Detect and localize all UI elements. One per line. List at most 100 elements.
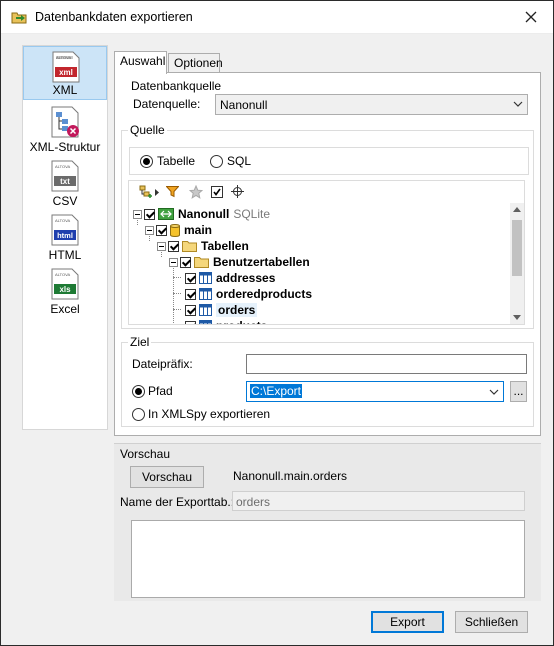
radio-path[interactable] [132, 385, 145, 398]
radio-sql-label: SQL [227, 154, 252, 168]
tree-checkbox[interactable] [185, 272, 196, 284]
folder-icon [194, 257, 209, 268]
tree-table-row-selected[interactable]: orders [185, 302, 258, 318]
export-dialog: Datenbankdaten exportieren ALTOVA xml XM… [0, 0, 554, 646]
export-table-field: orders [232, 491, 525, 511]
favorite-star-icon[interactable] [189, 185, 203, 199]
datasource-select[interactable]: Nanonull [215, 94, 528, 115]
db-source-title: Datenbankquelle [131, 79, 222, 93]
path-combo[interactable]: C:\Export [246, 381, 504, 402]
tree-checkbox[interactable] [185, 304, 196, 316]
radio-xmlspy[interactable] [132, 408, 145, 421]
path-value: C:\Export [250, 384, 303, 398]
tree-line [173, 263, 174, 324]
tree-checkbox[interactable] [168, 240, 179, 252]
title-bar: Datenbankdaten exportieren [1, 1, 553, 34]
tree-node-tables[interactable]: Tabellen [157, 238, 249, 254]
svg-text:ALTOVA: ALTOVA [56, 55, 71, 60]
html-file-icon: ALTOVA html [51, 214, 79, 246]
tab-optionen[interactable]: Optionen [168, 53, 223, 73]
table-icon [199, 304, 212, 316]
chevron-down-icon [513, 101, 523, 107]
scroll-down-icon[interactable] [513, 315, 521, 320]
datasource-label: Datenquelle: [133, 97, 201, 111]
tree-table-row[interactable]: addresses [185, 270, 275, 286]
tree-root-label: Nanonull [178, 207, 230, 221]
scroll-up-icon[interactable] [513, 207, 521, 212]
radio-table[interactable] [140, 155, 153, 168]
tree-table-row[interactable]: orderedproducts [185, 286, 312, 302]
table-icon [199, 320, 212, 324]
format-xml[interactable]: ALTOVA xml XML [23, 46, 107, 100]
locate-crosshair-icon[interactable] [231, 185, 244, 198]
format-label: CSV [52, 194, 78, 208]
svg-text:ALTOVA: ALTOVA [55, 218, 70, 223]
format-label: XML-Struktur [29, 140, 101, 154]
close-button[interactable]: Schließen [455, 611, 528, 633]
target-title: Ziel [128, 335, 152, 349]
app-folder-icon [11, 12, 27, 24]
svg-text:xls: xls [59, 285, 71, 294]
close-window-button[interactable] [513, 3, 549, 31]
svg-text:ALTOVA: ALTOVA [55, 164, 70, 169]
format-label: XML [52, 83, 78, 97]
xml-schema-icon [51, 106, 79, 138]
format-label: Excel [50, 302, 80, 316]
table-icon [199, 288, 212, 300]
preview-output-area[interactable] [131, 520, 525, 598]
tree-node-user-tables[interactable]: Benutzertabellen [169, 254, 310, 270]
svg-text:ALTOVA: ALTOVA [55, 272, 70, 277]
close-icon [525, 11, 537, 23]
tree-checkbox[interactable] [156, 224, 167, 236]
format-csv[interactable]: ALTOVA txt CSV [23, 156, 107, 210]
radio-table-label: Tabelle [157, 154, 196, 168]
collapse-toggle[interactable] [133, 209, 142, 219]
preview-section: Vorschau Vorschau Nanonull.main.orders N… [114, 443, 541, 601]
tree-checkbox[interactable] [180, 256, 191, 268]
preview-title: Vorschau [120, 447, 171, 461]
tree-checkbox[interactable] [185, 288, 196, 300]
chevron-right-icon[interactable] [155, 189, 160, 196]
export-table-label: Name der Exporttab.: [120, 495, 235, 509]
browse-button[interactable]: ... [510, 381, 527, 402]
filter-icon[interactable] [166, 186, 179, 198]
check-all-icon[interactable] [211, 186, 223, 198]
format-xml-structure[interactable]: XML-Struktur [23, 102, 107, 156]
tree-scrollbar[interactable] [510, 203, 524, 324]
radio-path-label: Pfad [148, 384, 173, 398]
prefix-input[interactable] [246, 354, 527, 374]
tree-toolbar [129, 181, 509, 203]
db-source-group: Datenbankquelle Datenquelle: Nanonull [123, 79, 532, 121]
radio-sql[interactable] [210, 155, 223, 168]
tree-checkbox[interactable] [185, 320, 196, 324]
format-html[interactable]: ALTOVA html HTML [23, 210, 107, 264]
preview-current: Nanonull.main.orders [233, 469, 348, 483]
add-nodes-icon[interactable] [139, 185, 153, 199]
export-button[interactable]: Export [371, 611, 444, 633]
excel-file-icon: ALTOVA xls [51, 268, 79, 300]
table-label: products [216, 319, 267, 324]
prefix-label: Dateipräfix: [132, 357, 193, 371]
table-label: addresses [216, 271, 276, 285]
collapse-toggle[interactable] [157, 241, 166, 251]
tree-node-schema[interactable]: main [145, 222, 212, 238]
chevron-down-icon[interactable] [489, 387, 499, 397]
schema-cylinder-icon [170, 223, 180, 237]
scrollbar-thumb[interactable] [512, 220, 522, 276]
tree-schema-label: main [184, 223, 213, 237]
tree-checkbox[interactable] [144, 208, 155, 220]
target-group: Ziel Dateipräfix: Pfad C:\Export ... In … [121, 335, 534, 427]
format-label: HTML [48, 248, 82, 262]
table-label: orderedproducts [216, 287, 313, 301]
format-excel[interactable]: ALTOVA xls Excel [23, 264, 107, 318]
collapse-toggle[interactable] [145, 225, 154, 235]
xml-file-icon: ALTOVA xml [52, 51, 80, 83]
db-tree: Nanonull SQLite main Tabellen Benutzerta… [128, 180, 525, 325]
tree-tables-label: Tabellen [201, 239, 249, 253]
collapse-toggle[interactable] [169, 257, 178, 267]
preview-button[interactable]: Vorschau [130, 466, 204, 488]
tree-node-root[interactable]: Nanonull SQLite [133, 206, 270, 222]
tree-table-row[interactable]: products [185, 318, 267, 324]
folder-icon [182, 241, 197, 252]
tab-auswahl[interactable]: Auswahl [114, 51, 167, 74]
